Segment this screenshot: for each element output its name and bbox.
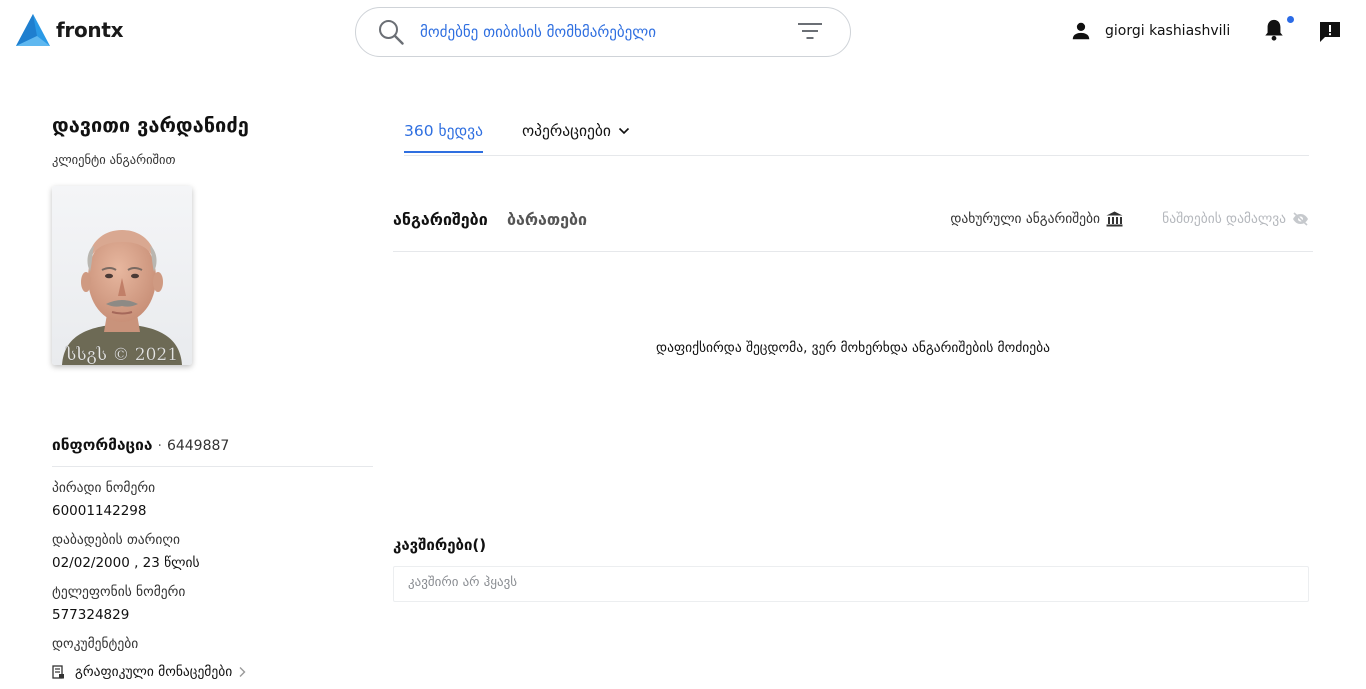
brand-name: frontx: [56, 18, 124, 42]
tab-360-view[interactable]: 360 ხედვა: [404, 122, 483, 153]
tab-operations-label: ოპერაციები: [522, 122, 611, 140]
accounts-tabs: ანგარიშები ბარათები დახურული ანგარიშები …: [393, 202, 1313, 252]
tab-accounts[interactable]: ანგარიშები: [393, 210, 488, 229]
main-tabs: 360 ხედვა ოპერაციები: [404, 114, 1309, 156]
graphic-data-link[interactable]: გრაფიკული მონაცემები: [52, 664, 246, 680]
phone-value: 577324829: [52, 607, 130, 623]
user-menu[interactable]: giorgi kashiashvili: [1070, 20, 1230, 42]
closed-accounts-button[interactable]: დახურული ანგარიშები: [950, 211, 1123, 227]
client-id: 6449887: [166, 438, 230, 454]
hide-balances-button[interactable]: ნაშთების დამალვა: [1162, 211, 1313, 227]
person-icon: [1072, 22, 1090, 40]
info-divider: [52, 466, 373, 467]
tab-cards[interactable]: ბარათები: [507, 210, 587, 229]
chevron-right-icon: [239, 667, 246, 677]
birth-date-label: დაბადების თარიღი: [52, 532, 180, 548]
document-icon: [52, 665, 64, 679]
notification-dot: [1287, 16, 1294, 23]
relations-title: კავშირები(): [393, 536, 487, 554]
logo-mark-icon: [16, 14, 50, 46]
relations-list: კავშირი არ ჰყავს: [393, 566, 1309, 602]
info-title: ინფორმაცია: [52, 436, 153, 454]
personal-number-value: 60001142298: [52, 503, 147, 519]
client-photo: სსგს © 2021: [52, 186, 192, 365]
phone-label: ტელეფონის ნომერი: [52, 584, 186, 600]
closed-accounts-label: დახურული ანგარიშები: [950, 211, 1100, 227]
graphic-data-label: გრაფიკული მონაცემები: [75, 664, 233, 680]
client-name: დავითი ვარდანიძე: [52, 113, 249, 137]
user-name: giorgi kashiashvili: [1105, 23, 1231, 39]
info-section-title: ინფორმაცია · 6449887: [52, 435, 229, 454]
eye-off-icon: [1293, 212, 1308, 226]
birth-date-value: 02/02/2000 , 23 წლის: [52, 555, 200, 571]
bank-icon: [1106, 211, 1123, 227]
search-icon[interactable]: [378, 19, 404, 45]
search-input[interactable]: [420, 19, 780, 45]
client-type: კლიენტი ანგარიშით: [52, 152, 176, 167]
accounts-error-message: დაფიქსირდა შეცდომა, ვერ მოხერხდა ანგარიშ…: [656, 340, 1050, 356]
relations-empty-text: კავშირი არ ჰყავს: [408, 575, 518, 590]
documents-label: დოკუმენტები: [52, 636, 139, 652]
personal-number-label: პირადი ნომერი: [52, 480, 156, 496]
brand-logo[interactable]: frontx: [16, 14, 124, 46]
bell-icon[interactable]: [1263, 18, 1285, 42]
tab-operations[interactable]: ოპერაციები: [522, 122, 630, 140]
top-header: frontx giorgi kashiashvili: [0, 0, 1366, 66]
search-bar: [355, 7, 851, 57]
hide-balances-label: ნაშთების დამალვა: [1162, 211, 1286, 227]
chevron-down-icon: [618, 127, 630, 135]
photo-watermark: სსგს © 2021: [65, 345, 178, 365]
chat-alert-icon[interactable]: [1318, 20, 1342, 44]
info-separator: ·: [157, 438, 162, 454]
filter-icon[interactable]: [797, 21, 823, 43]
